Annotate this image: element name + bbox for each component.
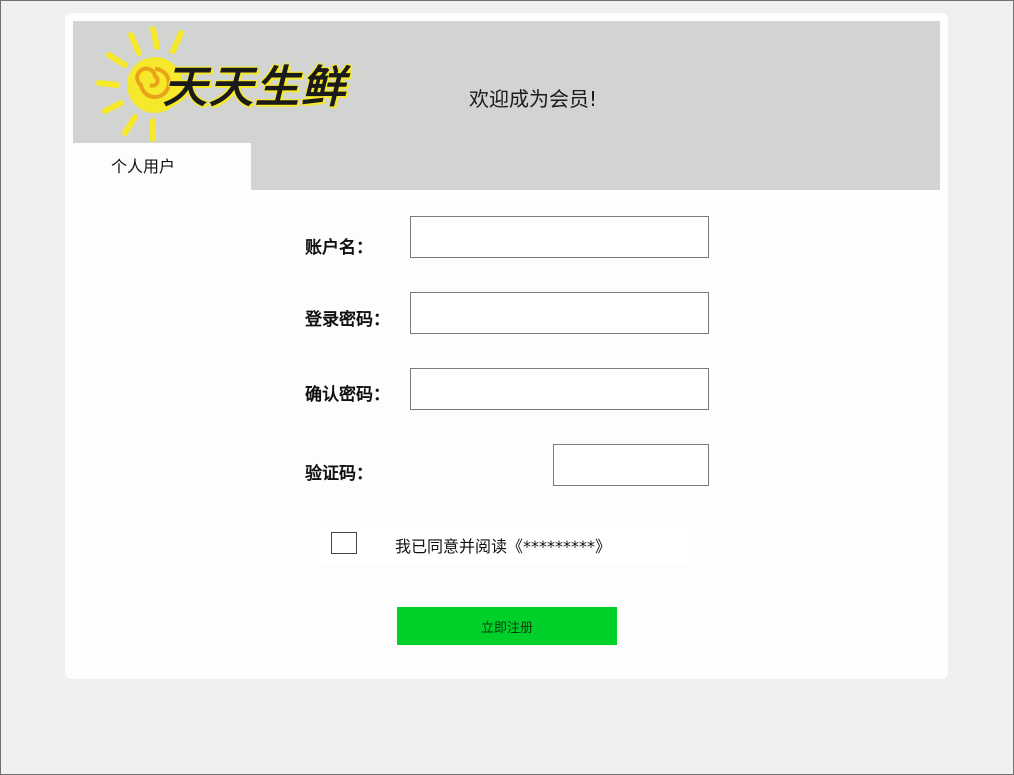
agreement-row: 我已同意并阅读《*********》	[319, 521, 695, 565]
agreement-text: 我已同意并阅读《*********》	[395, 537, 612, 556]
agreement-checkbox[interactable]	[331, 532, 357, 554]
logo: 天天生鲜	[91, 21, 421, 145]
password-label: 登录密码：	[305, 310, 390, 330]
account-label: 账户名：	[305, 238, 373, 258]
register-card: 天天生鲜 欢迎成为会员! 个人用户 账户名： 登录密码： 确认密码： 验证码： …	[65, 13, 948, 679]
logo-text: 天天生鲜	[163, 62, 347, 113]
welcome-title: 欢迎成为会员!	[469, 87, 598, 111]
account-input[interactable]	[410, 216, 709, 258]
register-button[interactable]: 立即注册	[397, 607, 617, 645]
tab-personal-user[interactable]: 个人用户	[73, 143, 251, 190]
password-input[interactable]	[410, 292, 709, 334]
browser-viewport: 天天生鲜 欢迎成为会员! 个人用户 账户名： 登录密码： 确认密码： 验证码： …	[0, 0, 1014, 775]
confirm-password-input[interactable]	[410, 368, 709, 410]
captcha-input[interactable]	[553, 444, 709, 486]
captcha-label: 验证码：	[305, 464, 373, 484]
confirm-password-label: 确认密码：	[305, 385, 390, 405]
header-banner: 天天生鲜 欢迎成为会员! 个人用户	[73, 21, 940, 190]
